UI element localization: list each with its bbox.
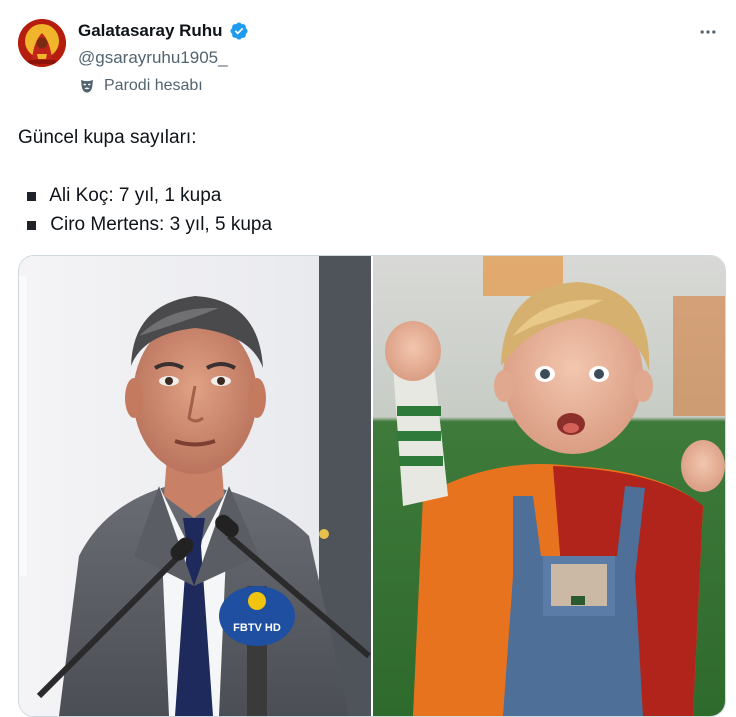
author-display-name[interactable]: Galatasaray Ruhu	[78, 21, 223, 41]
author-avatar[interactable]	[18, 19, 66, 67]
photo-man-at-podium[interactable]: FBTV HD	[19, 256, 371, 716]
author-name-row[interactable]: Galatasaray Ruhu	[78, 21, 249, 41]
man-speaking-photo: FBTV HD	[19, 256, 371, 716]
tweet-bullet-line: Ali Koç: 7 yıl, 1 kupa	[18, 181, 718, 210]
author-handle[interactable]: @gsarayruhu1905_	[78, 48, 228, 68]
parody-account-label: Parodi hesabı	[104, 77, 203, 94]
square-bullet-icon	[27, 221, 36, 230]
tweet-intro-line: Güncel kupa sayıları:	[18, 127, 197, 148]
bullet-text-ali-koc: Ali Koç: 7 yıl, 1 kupa	[49, 185, 222, 206]
tweet-text: Güncel kupa sayıları: Ali Koç: 7 yıl, 1 …	[18, 123, 718, 239]
galatasaray-fan-avatar-icon	[18, 19, 66, 67]
tweet-card: Galatasaray Ruhu @gsarayruhu1905_ Parodi…	[0, 0, 736, 717]
tweet-media-grid[interactable]: FBTV HD	[18, 255, 726, 717]
verified-badge-icon	[230, 22, 248, 40]
toddler-on-pitch-photo	[373, 256, 725, 716]
more-horizontal-icon	[700, 30, 716, 34]
theater-mask-icon	[81, 80, 93, 93]
square-bullet-icon	[27, 192, 36, 201]
more-options-button[interactable]	[694, 20, 722, 44]
fbtv-mic-badge: FBTV HD	[233, 622, 281, 634]
photo-toddler-waving[interactable]	[373, 256, 725, 716]
bullet-text-ciro-mertens: Ciro Mertens: 3 yıl, 5 kupa	[50, 214, 273, 235]
tweet-bullet-line: Ciro Mertens: 3 yıl, 5 kupa	[18, 210, 718, 239]
parody-label-row: Parodi hesabı	[78, 77, 203, 95]
